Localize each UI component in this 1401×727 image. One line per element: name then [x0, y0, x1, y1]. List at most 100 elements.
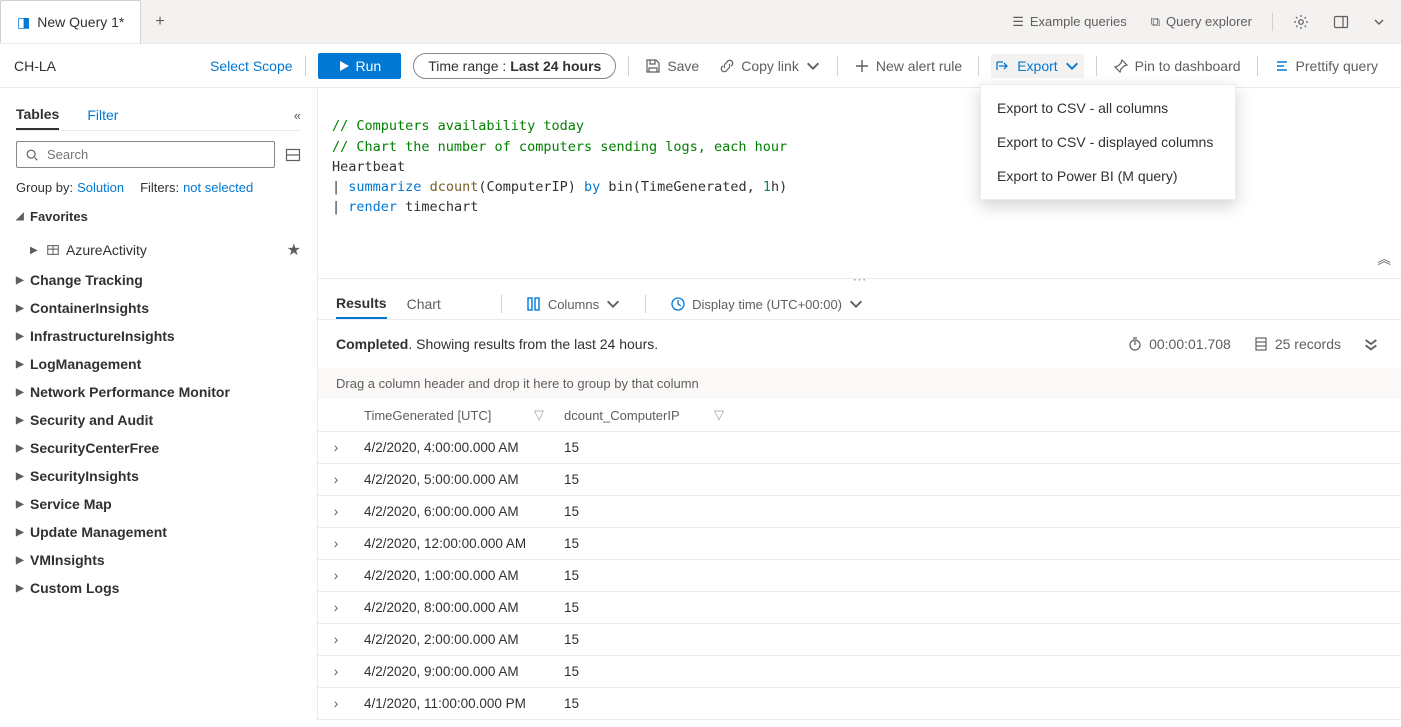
expand-row-button[interactable]: ›	[318, 592, 354, 623]
expand-row-button[interactable]: ›	[318, 624, 354, 655]
expand-row-button[interactable]: ›	[318, 464, 354, 495]
run-button[interactable]: Run	[318, 53, 402, 79]
columns-icon	[526, 296, 542, 312]
chevron-double-down-icon	[1363, 336, 1379, 352]
expand-row-button[interactable]: ›	[318, 560, 354, 591]
example-queries-button[interactable]: ☰ Example queries	[1004, 10, 1134, 34]
table-row[interactable]: ›4/2/2020, 4:00:00.000 AM15	[318, 432, 1401, 464]
time-range-picker[interactable]: Time range : Last 24 hours	[413, 53, 616, 79]
filter-icon[interactable]: ▽	[714, 407, 724, 423]
new-query-tab-button[interactable]: +	[141, 0, 178, 43]
table-header: TimeGenerated [UTC]▽ dcount_ComputerIP▽	[318, 399, 1401, 432]
table-row[interactable]: ›4/2/2020, 8:00:00.000 AM15	[318, 592, 1401, 624]
cell-count: 15	[554, 688, 734, 719]
tab-filter[interactable]: Filter	[87, 101, 118, 129]
copy-link-button[interactable]: Copy link	[715, 54, 825, 78]
caret-right-icon: ▶	[30, 245, 40, 256]
search-input-wrapper[interactable]	[16, 141, 275, 168]
collapse-editor-button[interactable]: ︽	[1378, 250, 1392, 270]
query-tab-strip: ◨ New Query 1* + ☰ Example queries ⧉ Que…	[0, 0, 1401, 44]
new-alert-rule-button[interactable]: New alert rule	[850, 54, 966, 78]
panel-toggle-button[interactable]	[1325, 10, 1357, 34]
pin-dashboard-button[interactable]: Pin to dashboard	[1109, 54, 1245, 78]
favorites-header[interactable]: ◢ Favorites	[16, 209, 301, 224]
export-powerbi[interactable]: Export to Power BI (M query)	[981, 159, 1235, 193]
expand-row-button[interactable]: ›	[318, 496, 354, 527]
query-editor[interactable]: // Computers availability today // Chart…	[318, 88, 1401, 278]
preview-pane-toggle[interactable]	[285, 147, 301, 163]
category-item[interactable]: ▶Security and Audit	[16, 406, 301, 434]
save-button[interactable]: Save	[641, 54, 703, 78]
tab-results[interactable]: Results	[336, 289, 387, 319]
prettify-button[interactable]: Prettify query	[1270, 54, 1382, 78]
search-icon	[25, 148, 39, 162]
category-item[interactable]: ▶SecurityInsights	[16, 462, 301, 490]
cell-count: 15	[554, 560, 734, 591]
group-by-value[interactable]: Solution	[77, 180, 124, 195]
table-row[interactable]: ›4/1/2020, 11:00:00.000 PM15	[318, 688, 1401, 720]
export-dropdown-button[interactable]: Export	[991, 54, 1083, 78]
active-query-tab[interactable]: ◨ New Query 1*	[0, 0, 141, 43]
expand-row-button[interactable]: ›	[318, 528, 354, 559]
cell-count: 15	[554, 496, 734, 527]
save-icon	[645, 58, 661, 74]
cell-time: 4/2/2020, 6:00:00.000 AM	[354, 496, 554, 527]
expand-row-button[interactable]: ›	[318, 688, 354, 719]
table-row[interactable]: ›4/2/2020, 1:00:00.000 AM15	[318, 560, 1401, 592]
favorite-table-item[interactable]: ▶ AzureActivity ★	[16, 234, 301, 266]
export-csv-displayed[interactable]: Export to CSV - displayed columns	[981, 125, 1235, 159]
category-item[interactable]: ▶LogManagement	[16, 350, 301, 378]
filters-value[interactable]: not selected	[183, 180, 253, 195]
category-item[interactable]: ▶InfrastructureInsights	[16, 322, 301, 350]
category-item[interactable]: ▶Update Management	[16, 518, 301, 546]
category-label: Custom Logs	[30, 580, 119, 596]
column-header-dcount[interactable]: dcount_ComputerIP▽	[554, 399, 734, 431]
table-row[interactable]: ›4/2/2020, 5:00:00.000 AM15	[318, 464, 1401, 496]
query-explorer-button[interactable]: ⧉ Query explorer	[1143, 10, 1260, 34]
settings-gear-button[interactable]	[1285, 10, 1317, 34]
cell-time: 4/2/2020, 5:00:00.000 AM	[354, 464, 554, 495]
tab-tables[interactable]: Tables	[16, 100, 59, 130]
category-item[interactable]: ▶VMInsights	[16, 546, 301, 574]
filter-icon[interactable]: ▽	[534, 407, 544, 423]
caret-right-icon: ▶	[16, 359, 26, 370]
column-header-time[interactable]: TimeGenerated [UTC]▽	[354, 399, 554, 431]
category-item[interactable]: ▶ContainerInsights	[16, 294, 301, 322]
expand-results-button[interactable]	[1359, 332, 1383, 356]
search-input[interactable]	[45, 146, 266, 163]
more-chevron-button[interactable]	[1365, 12, 1393, 32]
gear-icon	[1293, 14, 1309, 30]
cell-time: 4/2/2020, 2:00:00.000 AM	[354, 624, 554, 655]
category-item[interactable]: ▶Network Performance Monitor	[16, 378, 301, 406]
columns-button[interactable]: Columns	[522, 292, 625, 316]
category-item[interactable]: ▶SecurityCenterFree	[16, 434, 301, 462]
divider	[1257, 56, 1258, 76]
star-icon[interactable]: ★	[287, 240, 301, 260]
grouping-drop-zone[interactable]: Drag a column header and drop it here to…	[318, 368, 1401, 399]
table-row[interactable]: ›4/2/2020, 12:00:00.000 AM15	[318, 528, 1401, 560]
time-range-value: Last 24 hours	[510, 58, 601, 74]
cell-time: 4/2/2020, 9:00:00.000 AM	[354, 656, 554, 687]
category-label: Change Tracking	[30, 272, 143, 288]
expand-row-button[interactable]: ›	[318, 432, 354, 463]
category-item[interactable]: ▶Change Tracking	[16, 266, 301, 294]
editor-results-splitter[interactable]: ⋯	[318, 278, 1401, 279]
cell-time: 4/2/2020, 12:00:00.000 AM	[354, 528, 554, 559]
results-table: TimeGenerated [UTC]▽ dcount_ComputerIP▽ …	[318, 399, 1401, 720]
collapse-pane-button[interactable]: «	[294, 108, 301, 123]
divider	[501, 295, 502, 313]
category-item[interactable]: ▶Custom Logs	[16, 574, 301, 602]
cell-time: 4/2/2020, 8:00:00.000 AM	[354, 592, 554, 623]
expand-row-button[interactable]: ›	[318, 656, 354, 687]
stopwatch-icon	[1127, 336, 1143, 352]
tab-chart[interactable]: Chart	[407, 290, 441, 318]
table-row[interactable]: ›4/2/2020, 9:00:00.000 AM15	[318, 656, 1401, 688]
table-row[interactable]: ›4/2/2020, 2:00:00.000 AM15	[318, 624, 1401, 656]
select-scope-link[interactable]: Select Scope	[210, 58, 293, 74]
category-item[interactable]: ▶Service Map	[16, 490, 301, 518]
export-icon	[995, 58, 1011, 74]
caret-down-icon: ◢	[16, 211, 26, 222]
display-time-button[interactable]: Display time (UTC+00:00)	[666, 292, 868, 316]
export-csv-all[interactable]: Export to CSV - all columns	[981, 91, 1235, 125]
table-row[interactable]: ›4/2/2020, 6:00:00.000 AM15	[318, 496, 1401, 528]
